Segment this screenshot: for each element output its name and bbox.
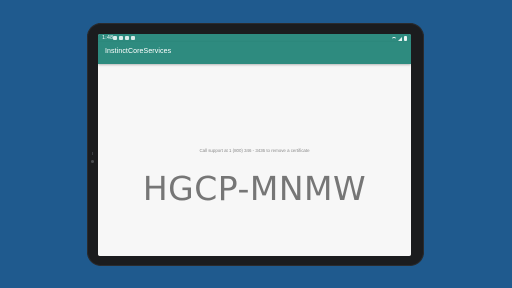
status-bar: 1:48 <box>98 34 411 42</box>
support-message: Call support at 1 (800) 346 - 3436 to re… <box>199 148 310 153</box>
tablet-device-frame: 1:48 InstinctCoreServices Call support a… <box>87 23 424 266</box>
status-time: 1:48 <box>102 35 114 41</box>
notification-icon <box>119 36 123 40</box>
certificate-code: HGCP-MNMW <box>142 169 367 208</box>
notification-icon <box>113 36 117 40</box>
wifi-icon <box>392 36 396 41</box>
desktop-background: 1:48 InstinctCoreServices Call support a… <box>0 0 512 288</box>
camera-icon <box>91 160 94 163</box>
notification-icon <box>125 36 129 40</box>
notification-icon <box>131 36 135 40</box>
signal-icon <box>398 36 402 41</box>
app-bar: InstinctCoreServices <box>98 42 411 64</box>
sensor-mark <box>92 152 93 155</box>
device-screen: 1:48 InstinctCoreServices Call support a… <box>98 34 411 256</box>
status-notification-icons <box>113 36 135 40</box>
app-title: InstinctCoreServices <box>105 48 172 55</box>
status-system-icons <box>392 36 407 41</box>
battery-icon <box>404 36 407 41</box>
